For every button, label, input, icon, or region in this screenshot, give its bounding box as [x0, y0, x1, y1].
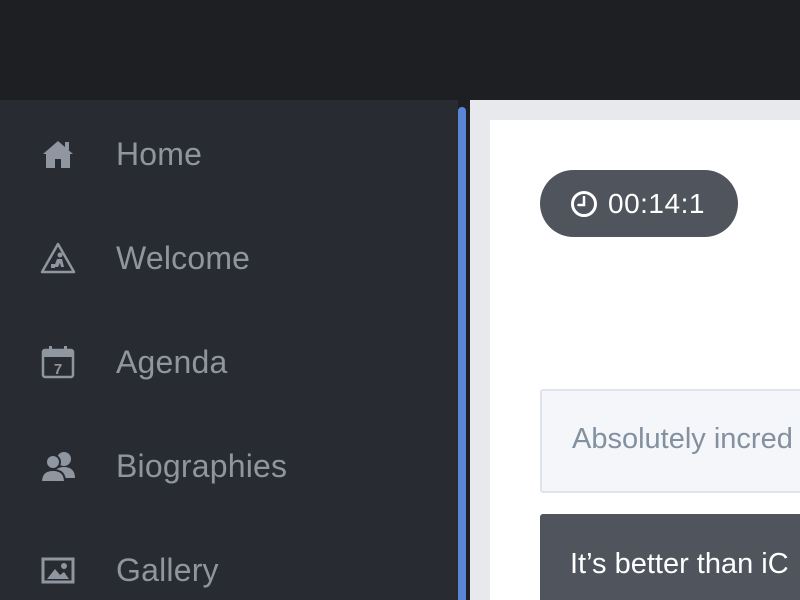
sidebar-item-label: Welcome [116, 239, 251, 276]
message-text: It’s better than iC [570, 548, 789, 580]
message-text: Absolutely incred [572, 423, 793, 455]
sidebar-item-label: Home [116, 135, 203, 172]
image-icon [40, 552, 76, 588]
message-option[interactable]: Absolutely incred [540, 389, 800, 493]
message-option-selected[interactable]: It’s better than iC [540, 514, 800, 600]
sidebar-item-gallery[interactable]: Gallery [0, 518, 458, 600]
sidebar-item-label: Agenda [116, 343, 228, 380]
calendar-icon: 7 [40, 344, 76, 380]
timer-badge: 00:14:1 [540, 170, 738, 237]
sidebar-item-biographies[interactable]: Biographies [0, 414, 458, 518]
sidebar-nav: Home Welcome 7 Agenda Biographies Galler… [0, 100, 458, 600]
svg-text:7: 7 [54, 361, 62, 378]
clock-icon [571, 190, 597, 217]
content-card: 00:14:1 Absolutely incred It’s better th… [490, 120, 800, 600]
sidebar-item-home[interactable]: Home [0, 102, 458, 206]
timer-value: 00:14:1 [608, 187, 705, 219]
home-icon [40, 136, 76, 172]
sidebar-item-label: Gallery [116, 551, 219, 588]
top-bar [0, 0, 800, 100]
sidebar-item-label: Biographies [116, 447, 288, 484]
sidebar-item-agenda[interactable]: 7 Agenda [0, 310, 458, 414]
people-icon [40, 448, 76, 484]
construction-icon [40, 240, 76, 276]
sidebar-scrollbar[interactable] [458, 107, 466, 600]
main-content: 00:14:1 Absolutely incred It’s better th… [470, 100, 800, 600]
sidebar-item-welcome[interactable]: Welcome [0, 206, 458, 310]
